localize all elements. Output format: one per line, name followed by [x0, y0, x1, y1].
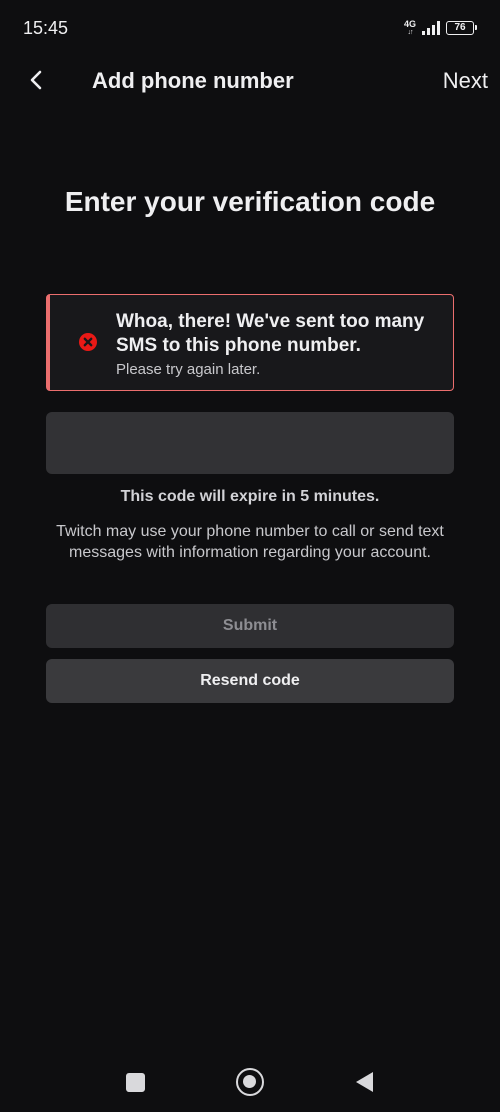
error-alert: Whoa, there! We've sent too many SMS to …	[46, 294, 454, 391]
info-text: Twitch may use your phone number to call…	[56, 523, 444, 561]
system-nav-bar	[0, 1052, 500, 1112]
status-time: 15:45	[23, 18, 69, 38]
error-title: Whoa, there! We've sent too many SMS to …	[116, 311, 425, 356]
expire-notice: This code will expire in 5 minutes.	[120, 488, 380, 505]
battery-icon: 76	[446, 21, 477, 35]
page-title: Add phone number	[92, 68, 294, 93]
status-bar: 15:45 4G ↓↑ 76	[0, 0, 500, 56]
verification-heading: Enter your verification code	[64, 186, 436, 217]
battery-level: 76	[454, 22, 466, 33]
error-circle-icon	[79, 333, 97, 351]
status-icons: 4G ↓↑ 76	[403, 18, 477, 38]
error-subtitle: Please try again later.	[116, 361, 261, 378]
resend-code-button[interactable]: Resend code	[46, 659, 454, 703]
back-triangle-icon[interactable]	[354, 1070, 374, 1094]
next-button[interactable]: Next	[443, 68, 488, 94]
chevron-left-icon	[30, 70, 42, 90]
home-circle-icon[interactable]	[236, 1068, 264, 1096]
verification-code-input[interactable]	[46, 412, 454, 474]
app-header: Add phone number Next	[0, 56, 500, 108]
submit-button[interactable]: Submit	[46, 604, 454, 648]
back-button[interactable]	[20, 64, 52, 96]
recents-square-icon[interactable]	[126, 1073, 145, 1092]
data-arrows-icon: ↓↑	[407, 29, 413, 36]
network-type-label: 4G	[403, 19, 416, 29]
network-type-indicator: 4G ↓↑	[403, 19, 416, 37]
signal-strength-icon	[422, 21, 440, 35]
